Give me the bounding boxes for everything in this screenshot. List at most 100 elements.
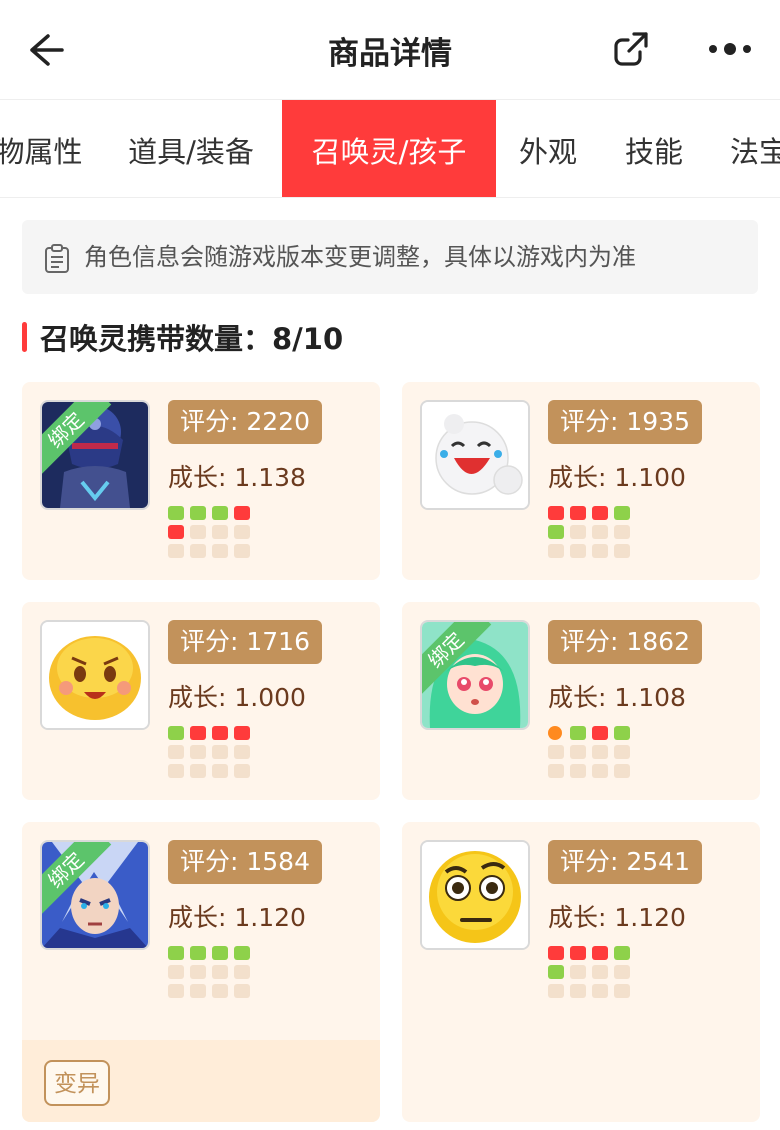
empty-skill-slot: [548, 745, 564, 759]
empty-skill-slot: [614, 745, 630, 759]
pet-growth: 成长: 1.120: [168, 903, 306, 932]
skill-slot-green: [168, 506, 184, 520]
pet-card[interactable]: 绑定 评分: 1584 成长: 1.120 变异: [22, 822, 380, 1122]
skill-slot-red: [212, 726, 228, 740]
empty-skill-slot: [592, 965, 608, 979]
tab-skills[interactable]: 技能: [612, 100, 696, 197]
skill-slot-orange: [548, 726, 562, 740]
empty-skill-slot: [592, 745, 608, 759]
empty-skill-slot: [190, 544, 206, 558]
skill-slot-green: [548, 525, 564, 539]
empty-skill-slot: [570, 544, 586, 558]
pet-card[interactable]: 评分: 1935 成长: 1.100: [402, 382, 760, 580]
empty-skill-slot: [190, 965, 206, 979]
skill-slot-red: [592, 506, 608, 520]
skill-slot-red: [234, 726, 250, 740]
skill-slot-green: [212, 946, 228, 960]
tab-summons-children[interactable]: 召唤灵/孩子: [282, 100, 496, 197]
pet-growth: 成长: 1.000: [168, 683, 306, 712]
empty-skill-slot: [212, 544, 228, 558]
empty-skill-slot: [614, 984, 630, 998]
smiling-face-avatar: [40, 620, 150, 730]
skill-slot-green: [234, 946, 250, 960]
more-options-icon[interactable]: [705, 34, 755, 64]
empty-skill-slot: [548, 544, 564, 558]
empty-skill-slot: [570, 745, 586, 759]
empty-skill-slot: [212, 745, 228, 759]
skill-slot-red: [592, 946, 608, 960]
skill-slot-red: [570, 506, 586, 520]
skill-slot-red: [548, 946, 564, 960]
silver-hair-warrior-avatar: 绑定: [40, 840, 150, 950]
notice-text: 角色信息会随游戏版本变更调整，具体以游戏内为准: [84, 243, 636, 271]
skill-slot-green: [614, 506, 630, 520]
pet-score: 评分: 1584: [168, 840, 322, 884]
skeptical-face-avatar: [420, 840, 530, 950]
pet-growth: 成长: 1.100: [548, 463, 686, 492]
variant-tag: 变异: [44, 1060, 110, 1106]
empty-skill-slot: [592, 525, 608, 539]
skill-slot-green: [548, 965, 564, 979]
empty-skill-slot: [592, 544, 608, 558]
page-title: 商品详情: [328, 36, 452, 72]
skill-slot-red: [570, 946, 586, 960]
navigation-header: 商品详情: [0, 0, 780, 100]
pet-card[interactable]: 评分: 1716 成长: 1.000: [22, 602, 380, 800]
pet-score: 评分: 1716: [168, 620, 322, 664]
empty-skill-slot: [570, 984, 586, 998]
pet-card[interactable]: 绑定 评分: 1862 成长: 1.108: [402, 602, 760, 800]
empty-skill-slot: [168, 745, 184, 759]
pet-score: 评分: 2541: [548, 840, 702, 884]
armored-knight-avatar: 绑定: [40, 400, 150, 510]
tab-treasure[interactable]: 法宝: [718, 100, 780, 197]
empty-skill-slot: [570, 525, 586, 539]
skill-slot-red: [548, 506, 564, 520]
empty-skill-slot: [234, 745, 250, 759]
tab-attributes[interactable]: 物属性: [0, 100, 94, 197]
pet-score: 评分: 1862: [548, 620, 702, 664]
skill-slot-green: [614, 726, 630, 740]
empty-skill-slot: [234, 544, 250, 558]
skill-slot-red: [190, 726, 206, 740]
empty-skill-slot: [614, 764, 630, 778]
empty-skill-slot: [548, 764, 564, 778]
empty-skill-slot: [168, 544, 184, 558]
green-hair-girl-avatar: 绑定: [420, 620, 530, 730]
tab-items-equipment[interactable]: 道具/装备: [106, 100, 276, 197]
empty-skill-slot: [614, 965, 630, 979]
section-marker: [22, 322, 27, 352]
skill-slot-red: [592, 726, 608, 740]
skill-slot-green: [190, 946, 206, 960]
empty-skill-slot: [190, 984, 206, 998]
laughing-snowball-avatar: [420, 400, 530, 510]
empty-skill-slot: [168, 965, 184, 979]
pet-growth: 成长: 1.138: [168, 463, 306, 492]
empty-skill-slot: [234, 764, 250, 778]
skill-slot-green: [190, 506, 206, 520]
share-icon[interactable]: [610, 28, 652, 70]
empty-skill-slot: [234, 984, 250, 998]
clipboard-icon: [45, 244, 69, 273]
empty-skill-slot: [570, 764, 586, 778]
skill-slot-green: [168, 726, 184, 740]
skill-slot-red: [234, 506, 250, 520]
skill-slot-green: [614, 946, 630, 960]
empty-skill-slot: [548, 984, 564, 998]
pet-score: 评分: 2220: [168, 400, 322, 444]
pet-card[interactable]: 绑定 评分: 2220 成长: 1.138: [22, 382, 380, 580]
empty-skill-slot: [212, 764, 228, 778]
skill-slot-green: [212, 506, 228, 520]
empty-skill-slot: [190, 745, 206, 759]
tab-appearance[interactable]: 外观: [506, 100, 590, 197]
empty-skill-slot: [592, 764, 608, 778]
empty-skill-slot: [212, 965, 228, 979]
empty-skill-slot: [592, 984, 608, 998]
pet-growth: 成长: 1.108: [548, 683, 686, 712]
empty-skill-slot: [212, 525, 228, 539]
info-notice: 角色信息会随游戏版本变更调整，具体以游戏内为准: [22, 220, 758, 294]
pet-card[interactable]: 评分: 2541 成长: 1.120: [402, 822, 760, 1122]
variant-section: 变异: [22, 1040, 380, 1122]
skill-slot-red: [168, 525, 184, 539]
empty-skill-slot: [212, 984, 228, 998]
empty-skill-slot: [234, 965, 250, 979]
